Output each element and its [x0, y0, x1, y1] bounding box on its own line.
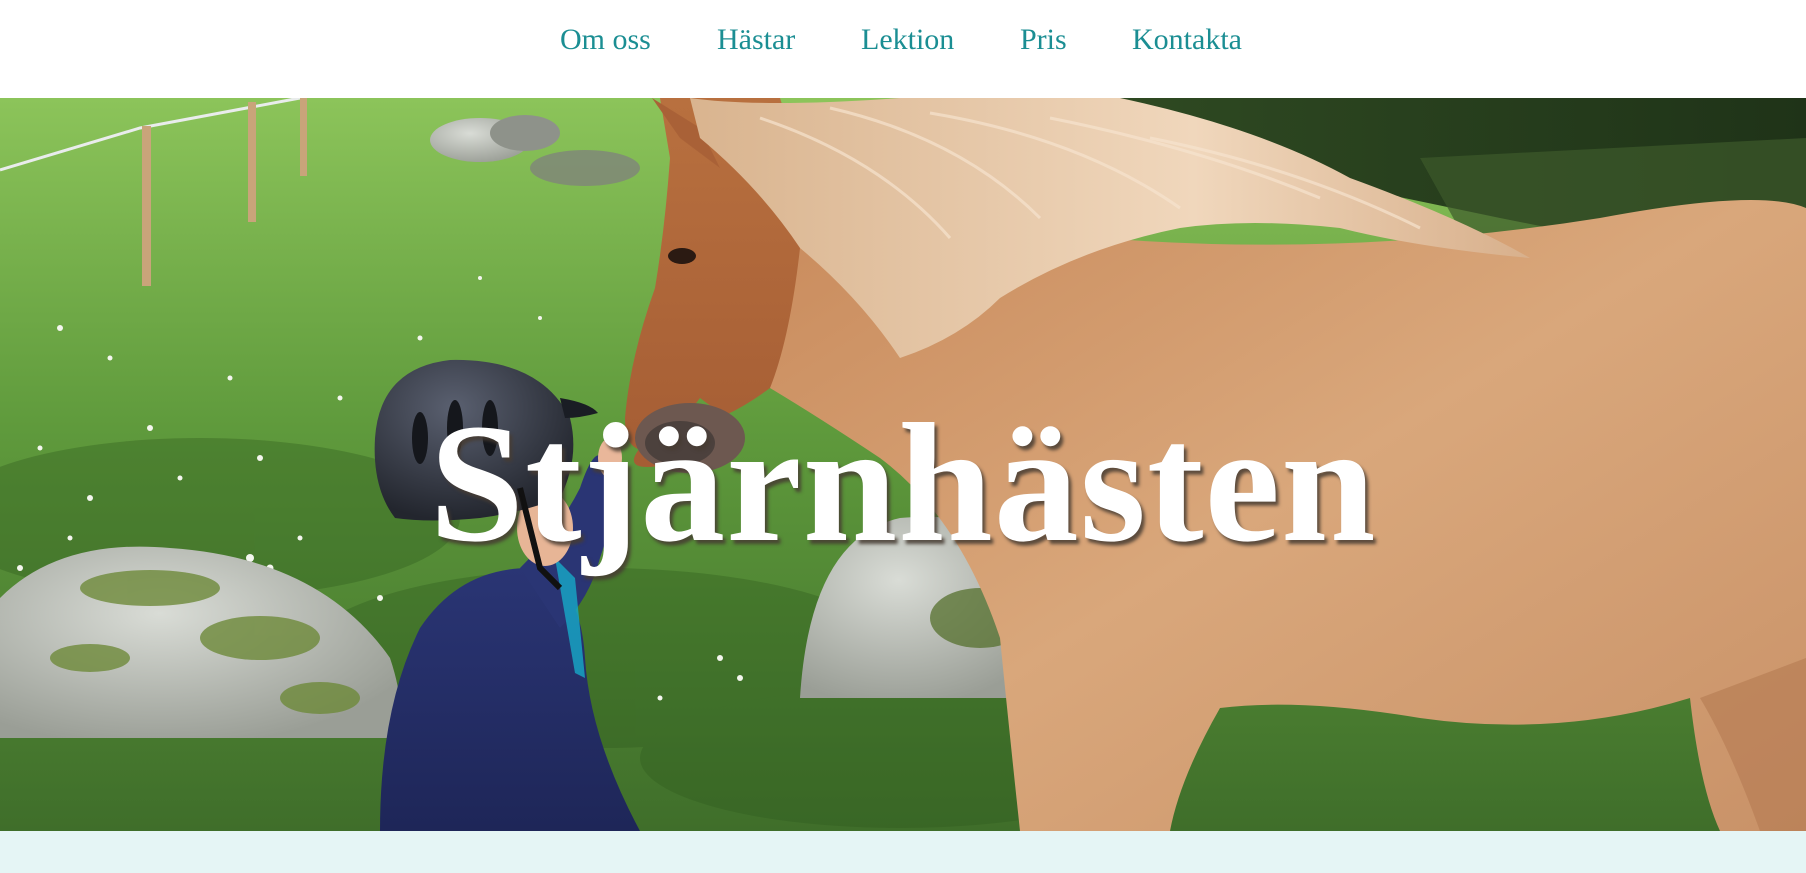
nav-link-om-oss[interactable]: Om oss	[560, 21, 651, 59]
footer-band	[0, 831, 1806, 873]
nav-link-kontakta[interactable]: Kontakta	[1132, 21, 1242, 59]
site-title: Stjärnhästen	[429, 389, 1377, 577]
nav-link-pris[interactable]: Pris	[1020, 21, 1067, 59]
nav-link-lektion[interactable]: Lektion	[861, 21, 954, 59]
top-navigation: Om oss Hästar Lektion Pris Kontakta	[0, 0, 1806, 98]
nav-link-hastar[interactable]: Hästar	[717, 21, 795, 59]
hero-banner: Stjärnhästen	[0, 98, 1806, 831]
